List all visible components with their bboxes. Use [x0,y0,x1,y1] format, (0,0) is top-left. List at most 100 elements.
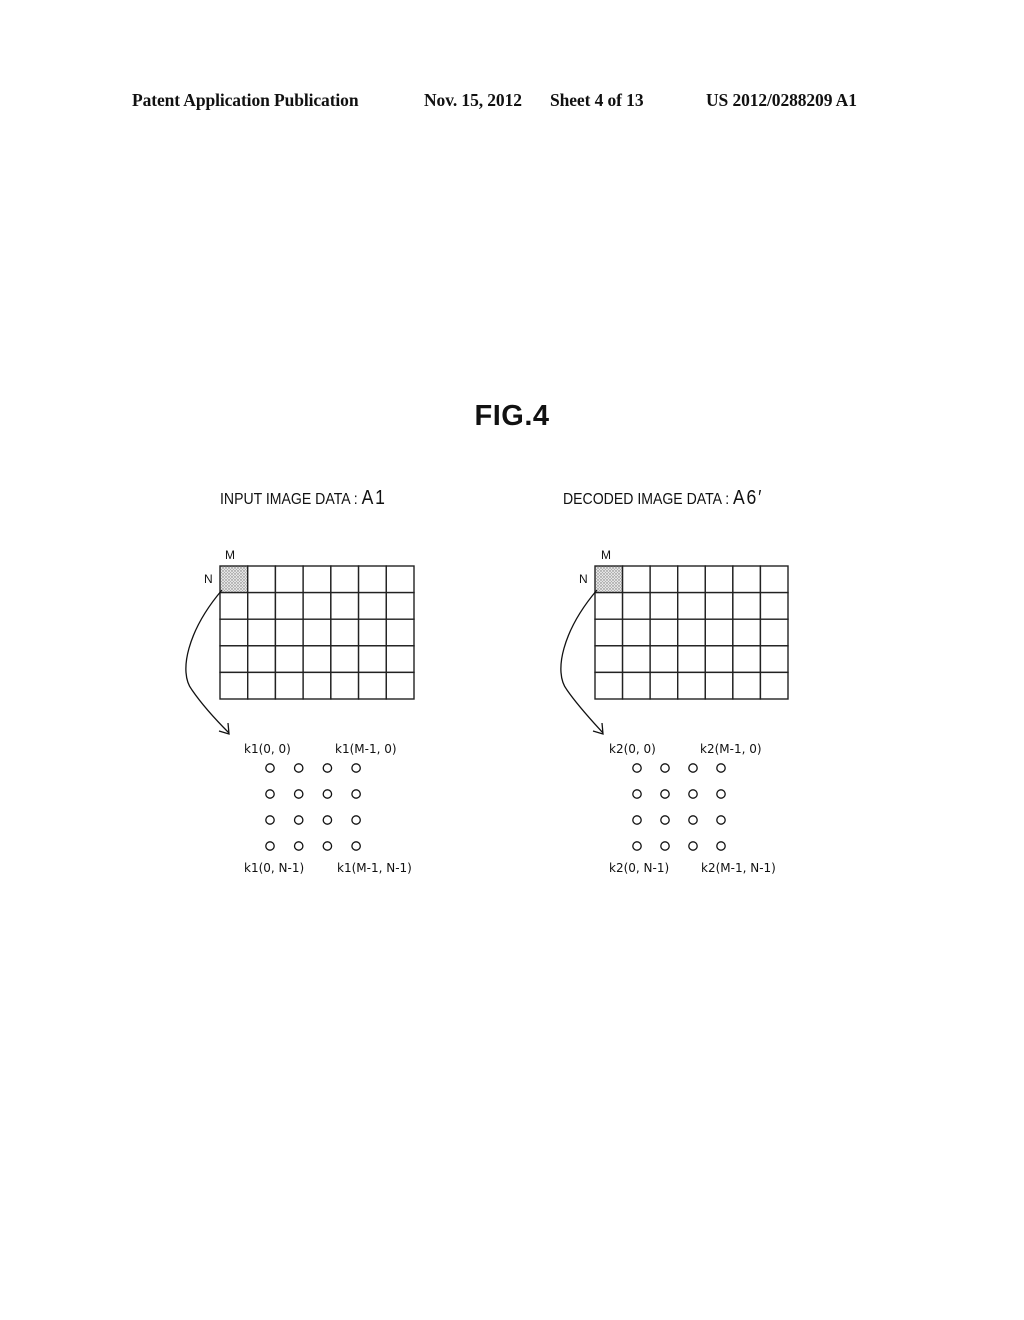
coefficient-dot [351,841,361,851]
block-cell [649,591,679,620]
block-cell [732,618,762,647]
block-cell [357,618,387,647]
coefficient-dot [322,841,333,851]
block-cell [621,591,651,620]
block-grid [594,565,789,700]
block-cell [357,591,387,620]
block-cell [704,565,734,594]
arrowhead-icon [592,722,604,735]
block-cell [677,591,706,620]
block-cell [704,671,734,700]
block-cell [274,591,304,620]
block-cell [759,565,789,594]
block-cell [759,645,789,674]
coefficient-dot [716,815,726,825]
block-cell [649,671,679,700]
block-cell [677,645,706,674]
coefficient-dot [632,789,642,799]
block-cell [594,591,624,620]
block-cell [621,645,651,674]
block-cell [357,671,387,700]
block-cell [594,645,624,674]
coef-label-top-left: k2(0, 0) [609,742,656,756]
block-cell [732,565,762,594]
coefficient-dot [660,763,670,773]
block-cell [649,645,679,674]
coefficient-dots [632,763,726,851]
coefficient-dot [660,789,670,799]
row-label-n: N [204,572,213,586]
block-cell [385,591,415,620]
block-cell [302,565,332,594]
block-cell [219,618,249,647]
coefficient-dot [322,763,333,773]
coefficient-dot [716,841,726,851]
block-cell [621,565,651,594]
coefficient-dot [351,789,361,799]
block-cell [330,565,360,594]
block-cell [704,591,734,620]
block-cell [330,645,360,674]
coefficient-dot [265,841,275,851]
block-grid [219,565,415,700]
block-cell [649,565,679,594]
coefficient-dot [265,763,275,773]
coefficient-dot [322,789,333,799]
block-cell [302,671,332,700]
block-cell [330,591,360,620]
coefficient-dot [632,815,642,825]
block-cell [247,591,277,620]
coefficient-dot [688,815,698,825]
block-cell [759,618,789,647]
coefficient-dot [293,815,304,825]
block-cell [330,671,360,700]
block-cell [247,671,277,700]
coefficient-dot [660,815,670,825]
block-cell [247,618,277,647]
coef-label-bottom-left: k2(0, N-1) [609,861,669,875]
block-cell [677,671,706,700]
block-cell [649,618,679,647]
block-cell [247,645,277,674]
coefficient-dot [265,789,275,799]
block-cell [594,618,624,647]
block-cell [302,618,332,647]
block-cell [621,618,651,647]
coefficient-dot [293,789,304,799]
block-cell [219,645,249,674]
highlighted-block-cell [594,565,624,594]
panel-left: M N k1(0, 0) k1(M-1, 0) k1(0, N-1) k1(M-… [185,548,415,875]
block-cell [732,671,762,700]
col-label-m: M [601,548,611,562]
coefficient-dot [351,763,361,773]
block-cell [732,591,762,620]
block-cell [759,591,789,620]
coefficient-dot [632,841,642,851]
figure-diagram: M N k1(0, 0) k1(M-1, 0) k1(0, N-1) k1(M-… [185,548,789,875]
coefficient-dot [265,815,275,825]
coef-label-top-left: k1(0, 0) [244,742,291,756]
block-cell [274,671,304,700]
coefficient-dot [632,763,642,773]
block-cell [677,618,706,647]
block-cell [759,671,789,700]
coef-label-bottom-left: k1(0, N-1) [244,861,304,875]
coefficient-dot [322,815,333,825]
coefficient-dot [293,763,304,773]
block-cell [247,565,277,594]
coefficient-dot [716,763,726,773]
block-cell [704,645,734,674]
block-cell [302,591,332,620]
coefficient-dot [688,841,698,851]
coefficient-dot [688,789,698,799]
block-cell [219,671,249,700]
block-cell [732,645,762,674]
block-cell [274,565,304,594]
block-cell [330,618,360,647]
highlighted-block-cell [219,565,249,594]
block-cell [302,645,332,674]
block-cell [357,645,387,674]
coefficient-dot [660,841,670,851]
block-cell [594,671,624,700]
coefficient-dot [716,789,726,799]
